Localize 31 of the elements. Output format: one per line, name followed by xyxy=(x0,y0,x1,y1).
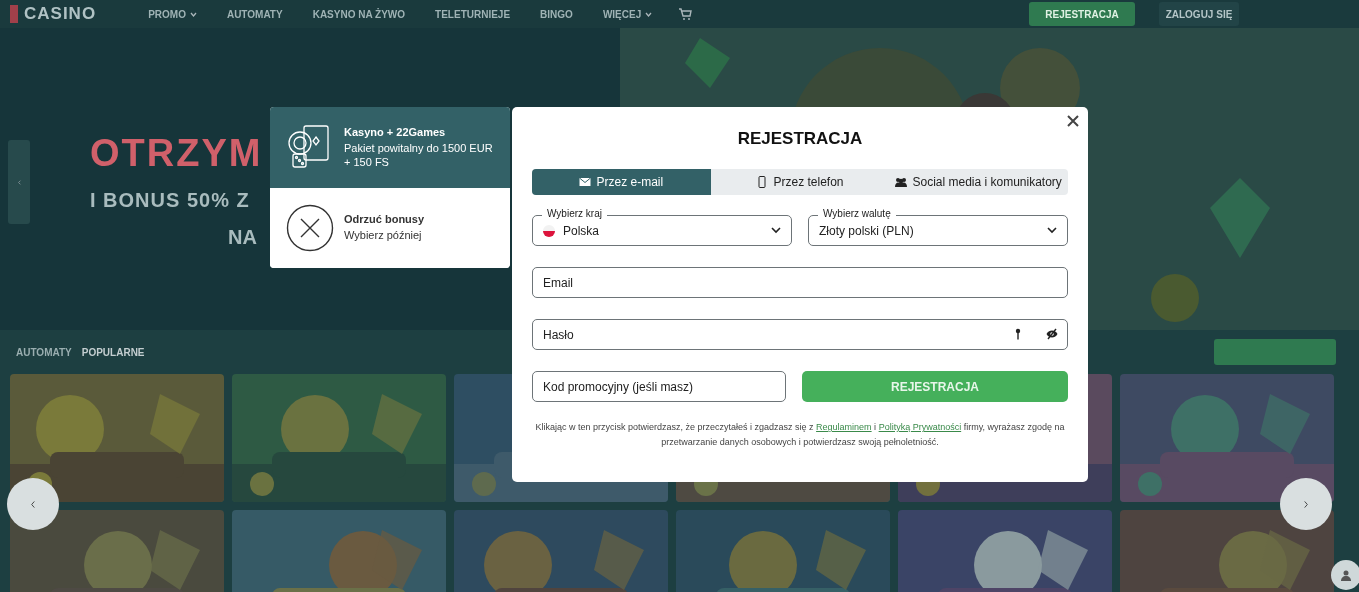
register-button[interactable]: REJESTRACJA xyxy=(1029,2,1135,26)
tab[interactable]: Przez e-mail xyxy=(532,169,711,195)
login-button[interactable]: ZALOGUJ SIĘ xyxy=(1159,2,1239,26)
policy-link[interactable]: Regulaminem xyxy=(816,422,872,432)
nav-item[interactable]: WIĘCEJ xyxy=(602,7,653,21)
nav-item[interactable]: TELETURNIEJE xyxy=(435,7,511,21)
hero-title: OTRZYM xyxy=(90,132,263,175)
consent-text: Klikając w ten przycisk potwierdzasz, że przeczytałeś i zgadzasz się z Regulaminem i Polityką Prywatności firmy, wyrażasz zgodę na przetwarzanie danych osobowych i potwierdzasz swoją pełnoletniość. xyxy=(534,421,1066,449)
logo-text[interactable]: CASINO xyxy=(24,4,97,24)
dialog-title: REJESTRACJA xyxy=(736,129,864,149)
field-label: Wybierz walutę xyxy=(818,208,896,220)
field-label: Wybierz kraj xyxy=(542,208,607,220)
tab[interactable]: Social media i komunikatory xyxy=(889,169,1068,195)
bonus-description: Wybierz później xyxy=(344,228,423,243)
hero-subtitle: I BONUS 50% Z xyxy=(90,189,250,212)
hero-subtitle: NA xyxy=(227,226,257,249)
nav-item[interactable]: AUTOMATY xyxy=(226,7,283,21)
policy-link[interactable]: Polityką Prywatności xyxy=(878,422,962,432)
bonus-title: Kasyno + 22Games xyxy=(344,125,447,138)
bonus-description: Pakiet powitalny do 1500 EUR + 150 FS xyxy=(344,140,494,169)
nav-item[interactable]: KASYNO NA ŻYWO xyxy=(312,7,406,21)
category-tab[interactable]: POPULARNE xyxy=(81,346,145,358)
bonus-title: Odrzuć bonusy xyxy=(344,213,425,226)
password-field[interactable]: Hasło xyxy=(532,319,1068,350)
bonus-option[interactable]: Kasyno + 22Games Pakiet powitalny do 1500 EUR + 150 FS xyxy=(270,107,510,188)
promo-code-field[interactable]: Kod promocyjny (jeśli masz) xyxy=(532,371,786,402)
category-tab[interactable]: AUTOMATY xyxy=(16,346,72,358)
nav-item[interactable]: BINGO xyxy=(540,7,573,21)
email-field[interactable]: Email xyxy=(532,267,1068,298)
tab[interactable]: Przez telefon xyxy=(710,169,890,195)
nav-item[interactable]: PROMO xyxy=(148,7,197,21)
